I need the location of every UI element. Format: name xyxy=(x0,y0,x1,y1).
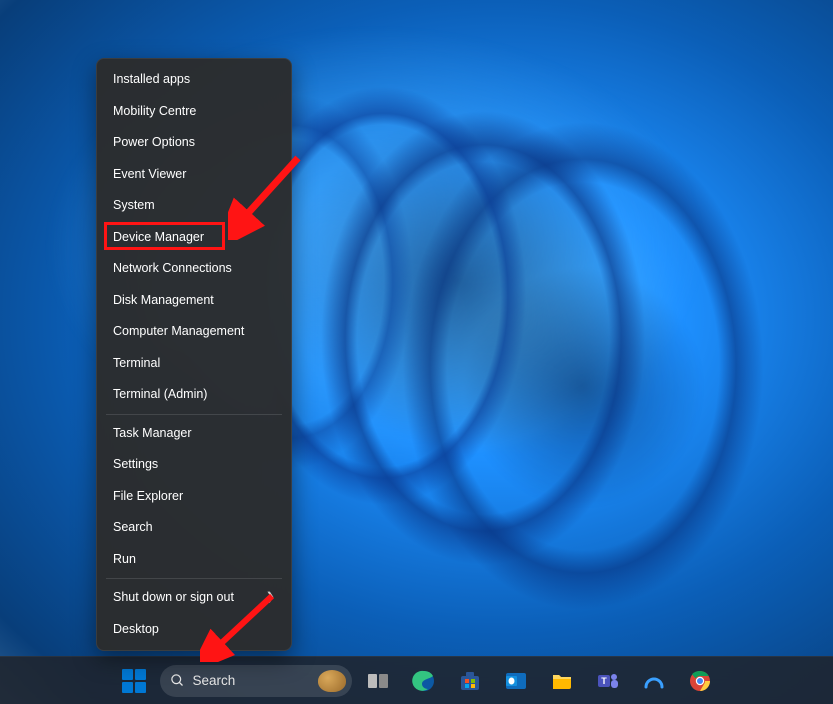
search-highlight-graphic xyxy=(318,670,346,692)
menu-item-task-manager[interactable]: Task Manager xyxy=(102,418,286,450)
search-icon xyxy=(170,673,185,688)
menu-item-terminal[interactable]: Terminal xyxy=(102,348,286,380)
taskbar: Search T xyxy=(0,656,833,704)
search-placeholder: Search xyxy=(193,673,236,688)
menu-item-device-manager[interactable]: Device Manager xyxy=(102,222,286,254)
menu-item-shut-down-or-sign-out[interactable]: Shut down or sign out ❯ xyxy=(102,582,286,614)
taskbar-app-edge[interactable] xyxy=(404,661,444,701)
menu-item-network-connections[interactable]: Network Connections xyxy=(102,253,286,285)
folder-icon xyxy=(550,669,574,693)
menu-item-computer-management[interactable]: Computer Management xyxy=(102,316,286,348)
task-view-icon xyxy=(366,669,390,693)
taskbar-app-generic[interactable] xyxy=(634,661,674,701)
taskbar-app-chrome[interactable] xyxy=(680,661,720,701)
menu-item-search[interactable]: Search xyxy=(102,512,286,544)
chrome-icon xyxy=(688,669,712,693)
edge-icon xyxy=(412,669,436,693)
taskbar-search[interactable]: Search xyxy=(160,665,352,697)
menu-item-file-explorer[interactable]: File Explorer xyxy=(102,481,286,513)
svg-text:T: T xyxy=(601,676,607,686)
taskbar-app-teams[interactable]: T xyxy=(588,661,628,701)
menu-item-settings[interactable]: Settings xyxy=(102,449,286,481)
windows-logo-icon xyxy=(122,669,146,693)
menu-separator xyxy=(106,414,282,415)
winx-context-menu: Installed apps Mobility Centre Power Opt… xyxy=(96,58,292,651)
taskbar-app-microsoft-store[interactable] xyxy=(450,661,490,701)
chevron-right-icon: ❯ xyxy=(266,590,275,605)
menu-item-run[interactable]: Run xyxy=(102,544,286,576)
taskbar-app-file-explorer[interactable] xyxy=(542,661,582,701)
taskbar-app-task-view[interactable] xyxy=(358,661,398,701)
store-icon xyxy=(458,669,482,693)
menu-item-system[interactable]: System xyxy=(102,190,286,222)
arc-icon xyxy=(642,669,666,693)
menu-item-terminal-admin[interactable]: Terminal (Admin) xyxy=(102,379,286,411)
start-button[interactable] xyxy=(114,661,154,701)
menu-item-disk-management[interactable]: Disk Management xyxy=(102,285,286,317)
menu-item-desktop[interactable]: Desktop xyxy=(102,614,286,646)
menu-item-power-options[interactable]: Power Options xyxy=(102,127,286,159)
teams-icon: T xyxy=(596,669,620,693)
taskbar-app-outlook[interactable] xyxy=(496,661,536,701)
menu-item-installed-apps[interactable]: Installed apps xyxy=(102,64,286,96)
menu-item-mobility-centre[interactable]: Mobility Centre xyxy=(102,96,286,128)
menu-separator xyxy=(106,578,282,579)
menu-item-event-viewer[interactable]: Event Viewer xyxy=(102,159,286,191)
outlook-icon xyxy=(504,669,528,693)
